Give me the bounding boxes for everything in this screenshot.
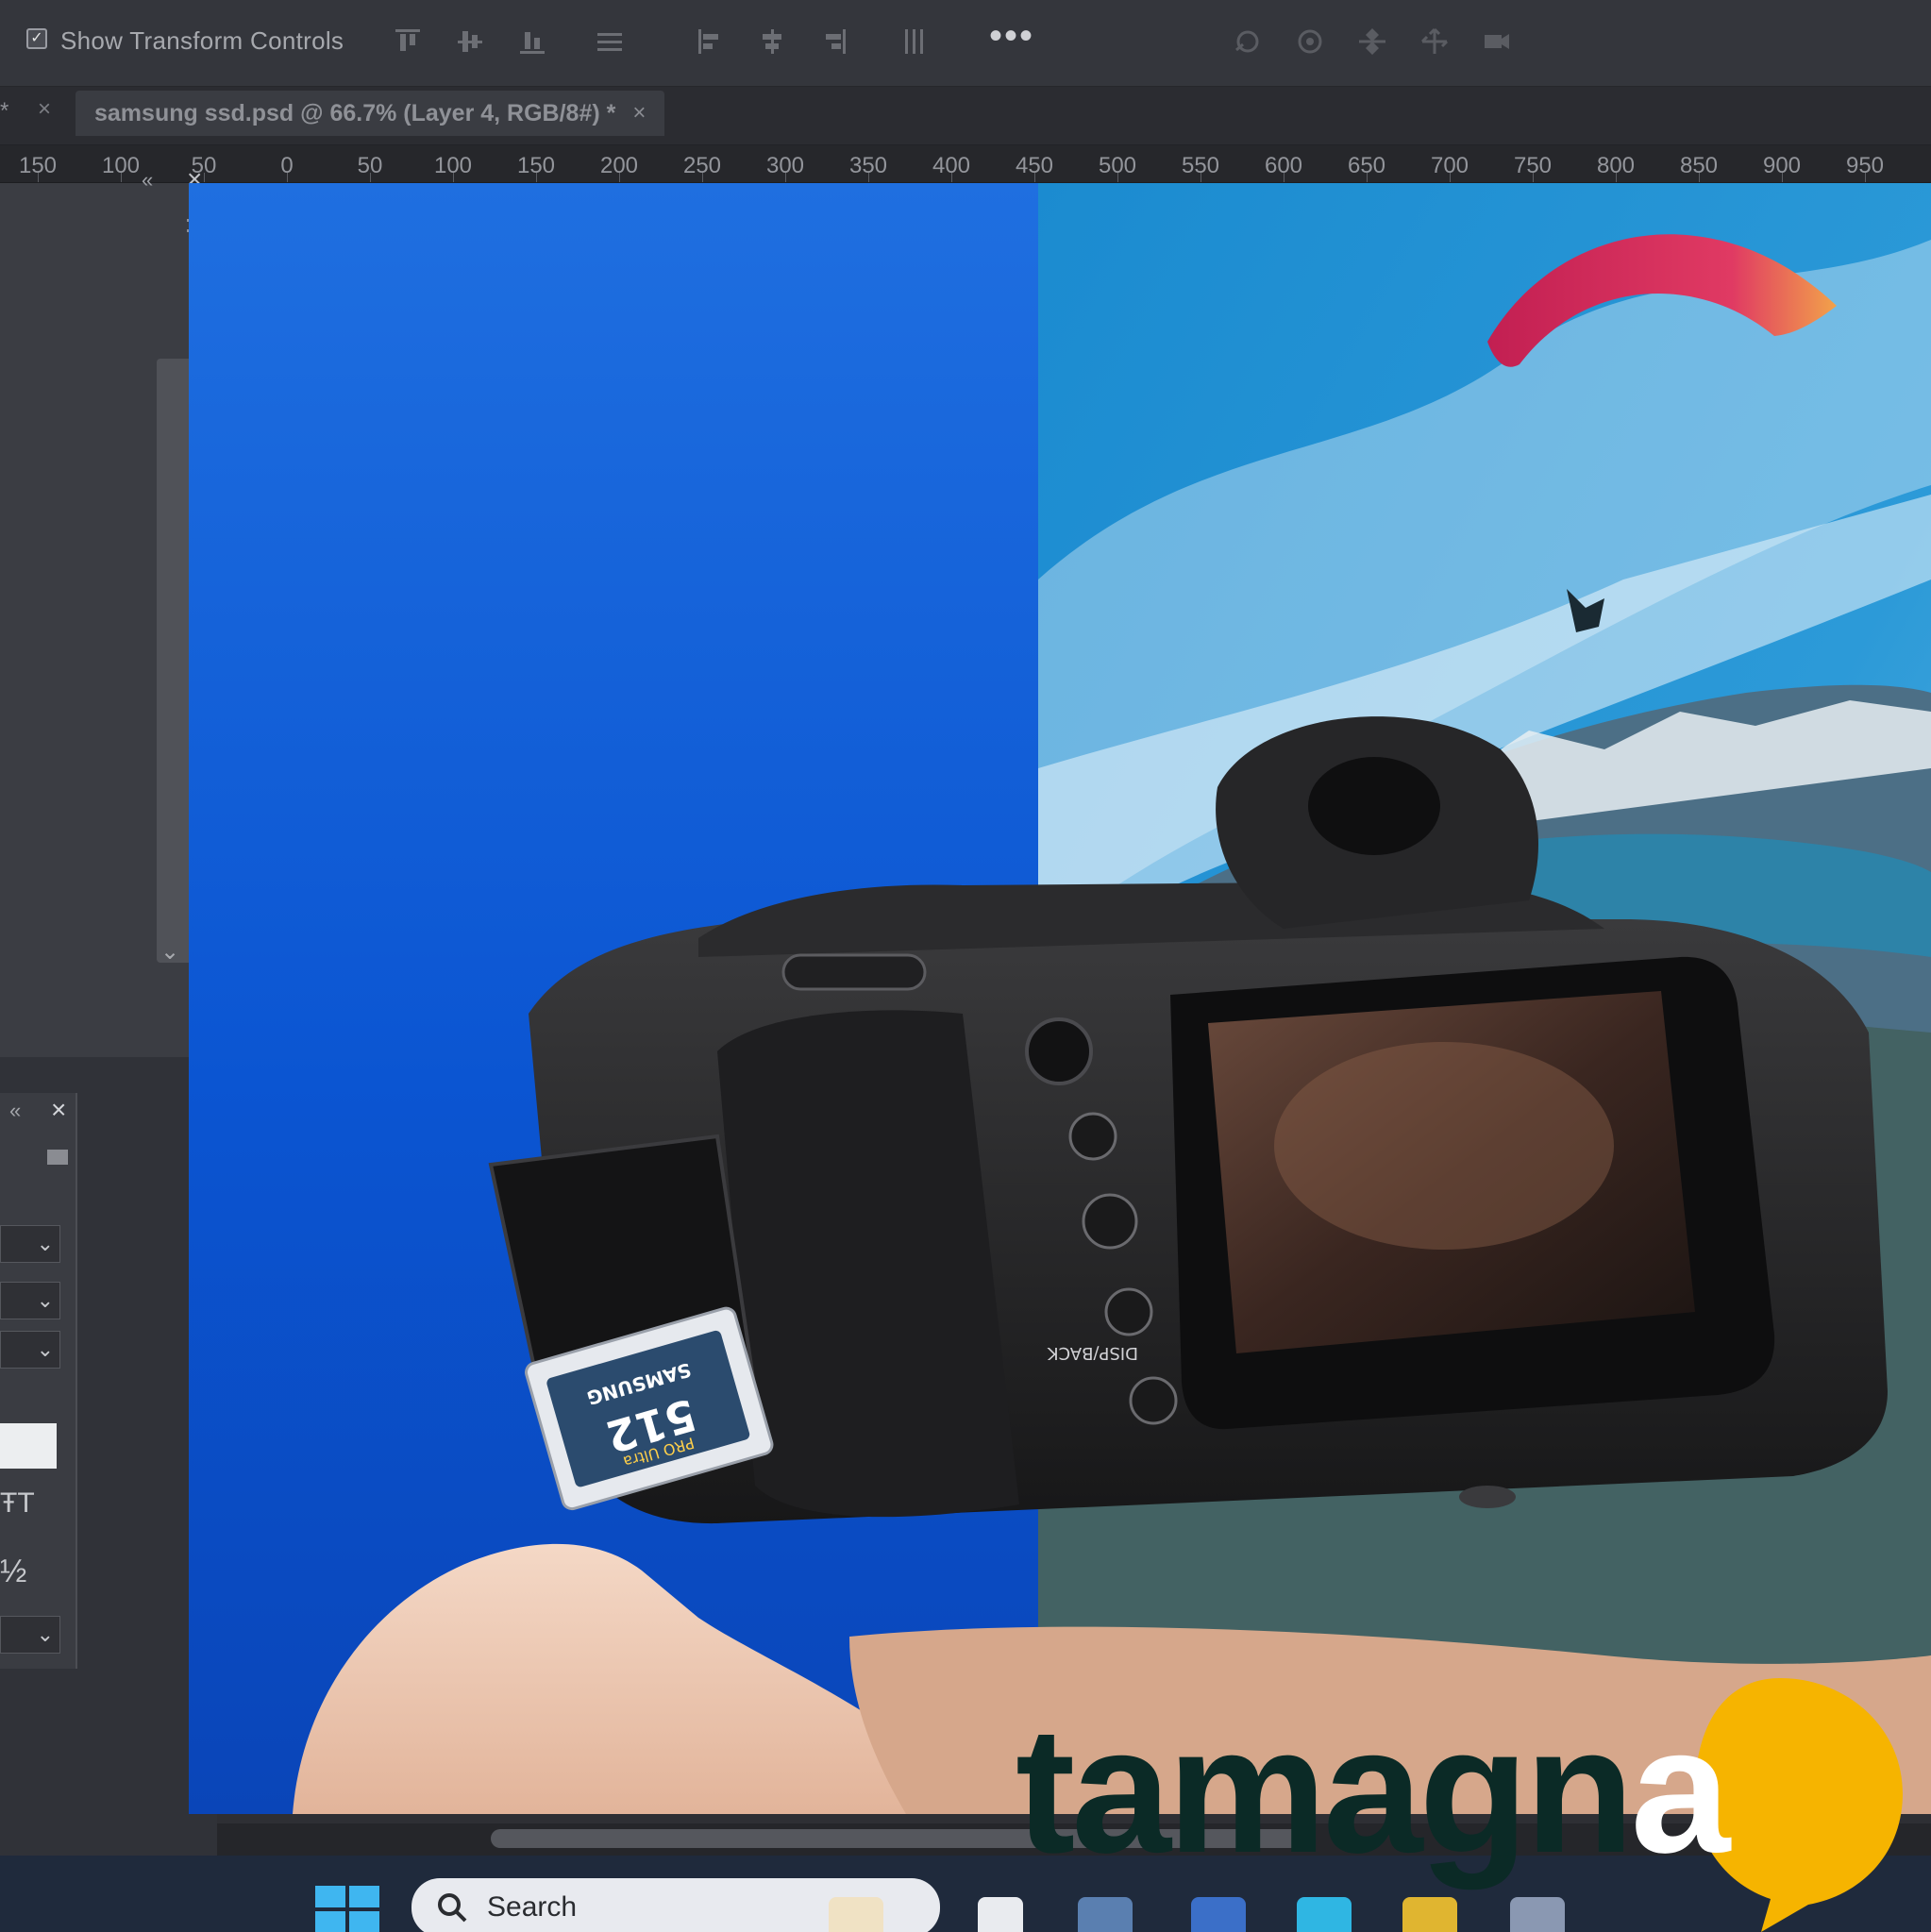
start-icon[interactable] (315, 1886, 379, 1932)
ruler-tick-mark (1034, 173, 1035, 182)
show-transform-controls-label: Show Transform Controls (60, 26, 344, 55)
search-icon (436, 1891, 468, 1924)
horizontal-ruler: 150 100 50 0 50 100 150 200 250 300 350 400 450 500 55… (0, 145, 1931, 183)
disp-back-button (1104, 1287, 1153, 1336)
ruler-tick-mark (1450, 173, 1451, 182)
ruler-tick-mark (702, 173, 703, 182)
panel-lower-menu-icon[interactable] (47, 1150, 68, 1165)
show-transform-controls-checkbox[interactable]: ✓ (26, 28, 47, 49)
previous-document-tab[interactable]: * (0, 98, 8, 125)
3d-video-icon[interactable] (1478, 23, 1516, 60)
ruler-tick-mark (1284, 173, 1285, 182)
iso-button (1068, 1112, 1117, 1161)
viewfinder-window (1308, 757, 1440, 855)
more-options-button[interactable]: ••• (989, 17, 1034, 55)
previous-tab-close-icon[interactable]: × (38, 96, 51, 123)
command-dial (781, 953, 927, 991)
photoshop-window: ✓ Show Transform Controls ••• * × samsun… (0, 0, 1931, 1932)
ruler-tick-mark (121, 173, 122, 182)
align-left-icon[interactable] (691, 23, 729, 60)
ruler-tick-mark (785, 173, 786, 182)
ruler-tick-mark (1533, 173, 1534, 182)
ruler-tick-mark (1117, 173, 1118, 182)
tripod-socket (1459, 1486, 1516, 1508)
disp-back-text: DISP/BACK (1047, 1343, 1138, 1363)
lcd-reflection (1274, 1042, 1614, 1250)
fraction-glyph[interactable]: ½ (0, 1554, 26, 1590)
tamagna-watermark-logo: tamagna (1016, 1652, 1931, 1932)
distribute-icon[interactable] (591, 23, 629, 60)
document-canvas[interactable]: DISP/BACK SAMSUNG 512 PRO Ultra (189, 183, 1931, 1814)
align-bottom-icon[interactable] (513, 23, 551, 60)
align-hcenter-icon[interactable] (753, 23, 791, 60)
chevron-down-icon[interactable]: ⌄ (160, 938, 179, 966)
3d-pan-icon[interactable] (1353, 23, 1391, 60)
ruler-tick-mark (1865, 173, 1866, 182)
panel-dropdown-4[interactable]: ⌄ (0, 1616, 60, 1654)
align-top-icon[interactable] (389, 23, 427, 60)
ruler-tick-mark (453, 173, 454, 182)
ruler-tick-mark (1367, 173, 1368, 182)
panel-dropdown-2[interactable]: ⌄ (0, 1282, 60, 1319)
text-tool-glyph[interactable]: ŦT (0, 1487, 35, 1520)
3d-roll-icon[interactable] (1291, 23, 1329, 60)
document-tab-title: samsung ssd.psd @ 66.7% (Layer 4, RGB/8#… (94, 99, 616, 126)
align-vcenter-icon[interactable] (451, 23, 489, 60)
document-tab-close-icon[interactable]: × (632, 100, 646, 126)
panel-dropdown-3[interactable]: ⌄ (0, 1331, 60, 1369)
ruler-tick-mark (619, 173, 620, 182)
watermark-text: tamagna (1016, 1690, 1732, 1890)
ruler-tick-mark (1616, 173, 1617, 182)
chevron-down-icon: ⌄ (36, 1232, 54, 1255)
color-swatch[interactable] (0, 1423, 57, 1469)
ruler-tick-mark (287, 173, 288, 182)
ruler-tick-mark (536, 173, 537, 182)
widgets-icon[interactable] (829, 1897, 883, 1932)
panel-lower-close-icon[interactable]: × (51, 1095, 66, 1125)
af-on-button (1129, 1376, 1178, 1425)
panel-collapse-icon[interactable]: « (142, 168, 153, 193)
q-button (1082, 1193, 1138, 1250)
chevron-down-icon: ⌄ (36, 1622, 54, 1646)
panel-lower-collapse-icon[interactable]: « (9, 1099, 21, 1123)
3d-slide-icon[interactable] (1416, 23, 1453, 60)
ruler-tick-mark (204, 173, 205, 182)
options-bar: ✓ Show Transform Controls ••• (0, 0, 1931, 87)
ruler-tick-mark (1699, 173, 1700, 182)
ruler-tick-mark (1782, 173, 1783, 182)
panel-dropdown-1[interactable]: ⌄ (0, 1225, 60, 1263)
ruler-tick-mark (38, 173, 39, 182)
search-label: Search (487, 1891, 578, 1923)
chevron-down-icon: ⌄ (36, 1288, 54, 1312)
camera-joystick (1025, 1017, 1093, 1085)
ruler-tick-mark (370, 173, 371, 182)
distribute-h-icon[interactable] (895, 23, 932, 60)
chevron-down-icon: ⌄ (36, 1337, 54, 1361)
ruler-tick-mark (868, 173, 869, 182)
active-document-tab[interactable]: samsung ssd.psd @ 66.7% (Layer 4, RGB/8#… (76, 91, 665, 136)
align-right-icon[interactable] (815, 23, 853, 60)
3d-orbit-icon[interactable] (1229, 23, 1267, 60)
ruler-tick-mark (951, 173, 952, 182)
